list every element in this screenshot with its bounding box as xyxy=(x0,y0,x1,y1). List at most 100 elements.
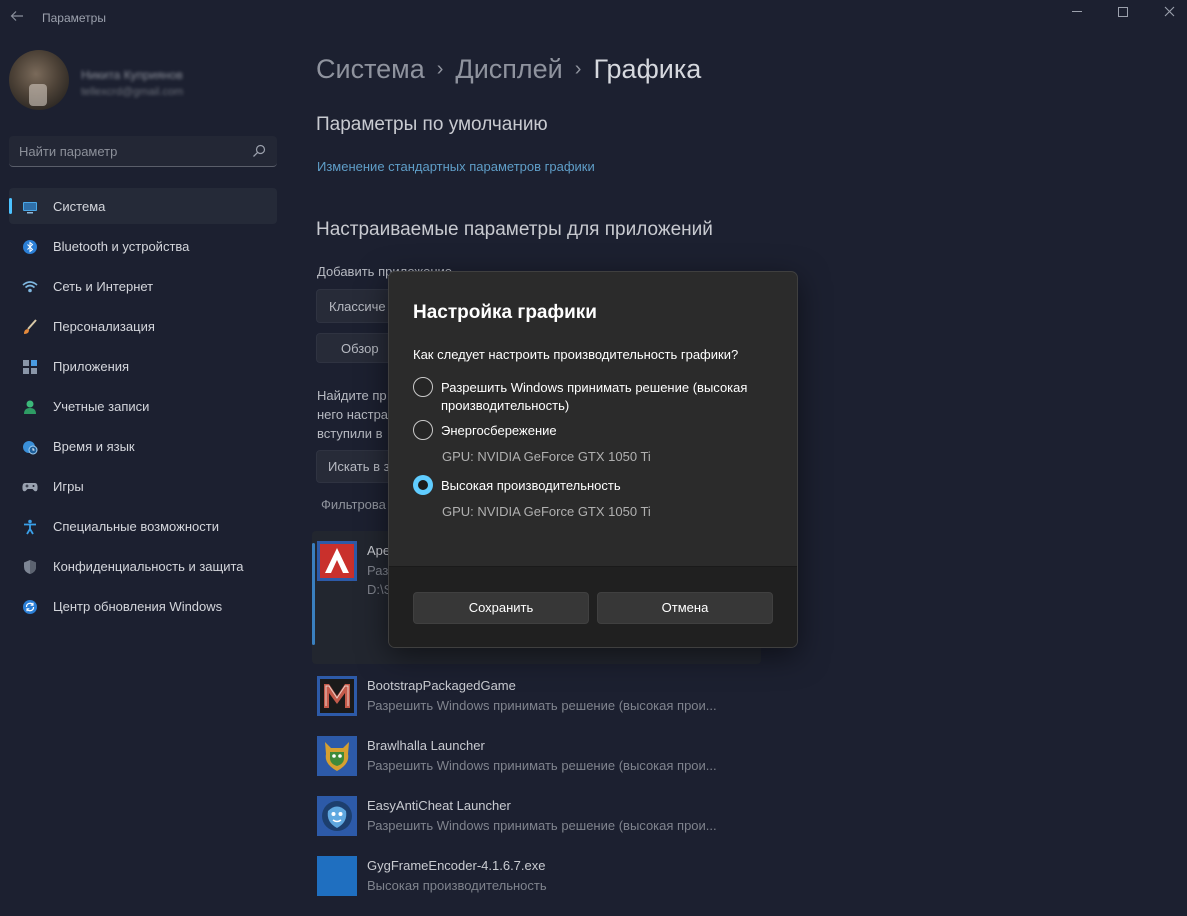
dialog-question: Как следует настроить производительность… xyxy=(413,347,739,362)
option-label: Высокая производительность xyxy=(441,478,621,493)
app-name: EasyAntiCheat Launcher xyxy=(367,798,511,813)
save-button[interactable]: Сохранить xyxy=(413,592,589,624)
accessibility-icon xyxy=(24,519,36,535)
chevron-right-icon: › xyxy=(574,58,582,80)
app-type-dropdown[interactable]: Классиче xyxy=(316,289,396,323)
update-icon xyxy=(23,600,37,614)
apps-icon xyxy=(23,360,37,374)
globe-clock-icon xyxy=(23,441,38,455)
sidebar-nav: Система Bluetooth и устройства Сеть и Ин… xyxy=(9,188,277,628)
find-app-text-3: вступили в xyxy=(317,426,383,441)
sidebar-item-label: Bluetooth и устройства xyxy=(53,239,190,254)
breadcrumb-system[interactable]: Система xyxy=(316,54,425,84)
app-name: Brawlhalla Launcher xyxy=(367,738,485,753)
option-label: Разрешить Windows принимать решение (выс… xyxy=(441,379,747,415)
app-item-gygframeencoder[interactable]: GygFrameEncoder-4.1.6.7.exe Высокая прои… xyxy=(317,856,777,896)
app-name: Ape xyxy=(367,543,391,558)
close-button[interactable] xyxy=(1146,0,1187,22)
apex-icon xyxy=(317,541,357,581)
gamepad-icon xyxy=(22,483,38,492)
dialog-footer: Сохранить Отмена xyxy=(389,566,797,647)
sidebar-item-system[interactable]: Система xyxy=(9,188,277,224)
default-graphics-settings-link[interactable]: Изменение стандартных параметров графики xyxy=(317,159,595,174)
search-icon[interactable] xyxy=(252,144,266,158)
sidebar-item-accounts[interactable]: Учетные записи xyxy=(9,388,277,424)
app-item-brawlhalla[interactable]: Brawlhalla Launcher Разрешить Windows пр… xyxy=(317,736,777,776)
find-app-text-1: Найдите пр xyxy=(317,388,387,403)
exe-icon xyxy=(317,856,357,896)
sidebar-item-label: Игры xyxy=(53,479,84,494)
browse-button-label: Обзор xyxy=(341,341,379,356)
sidebar-item-gaming[interactable]: Игры xyxy=(9,468,277,504)
page-title: Графика xyxy=(593,54,702,84)
chevron-right-icon: › xyxy=(436,58,444,80)
dialog-title: Настройка графики xyxy=(413,302,597,323)
radio-button[interactable] xyxy=(413,420,433,440)
sidebar-item-accessibility[interactable]: Специальные возможности xyxy=(9,508,277,544)
system-icon xyxy=(23,202,37,214)
app-type-value: Классиче xyxy=(329,299,386,314)
app-item-easyanticheat[interactable]: EasyAntiCheat Launcher Разрешить Windows… xyxy=(317,796,777,836)
cancel-button[interactable]: Отмена xyxy=(597,592,773,624)
app-name: BootstrapPackagedGame xyxy=(367,678,516,693)
profile-name: Никита Куприянов xyxy=(81,68,183,82)
browse-button[interactable]: Обзор xyxy=(316,333,396,363)
app-item-bootstrap[interactable]: BootstrapPackagedGame Разрешить Windows … xyxy=(317,676,777,716)
sidebar-item-windows-update[interactable]: Центр обновления Windows xyxy=(9,588,277,624)
option-label: Энергосбережение xyxy=(441,423,557,438)
sidebar-item-label: Сеть и Интернет xyxy=(53,279,154,294)
app-setting: Высокая производительность xyxy=(367,878,547,893)
app-name: GygFrameEncoder-4.1.6.7.exe xyxy=(367,858,546,873)
breadcrumb: Система › Дисплей › Графика xyxy=(316,54,701,85)
sidebar-item-label: Приложения xyxy=(53,359,130,374)
avatar xyxy=(9,50,69,110)
sidebar-item-network[interactable]: Сеть и Интернет xyxy=(9,268,277,304)
back-arrow-icon[interactable] xyxy=(10,9,26,25)
minimize-icon xyxy=(1072,11,1082,13)
brush-icon xyxy=(24,319,37,334)
close-icon xyxy=(1164,6,1174,17)
sidebar-item-label: Время и язык xyxy=(53,439,135,454)
defaults-heading: Параметры по умолчанию xyxy=(316,114,548,135)
custom-apps-heading: Настраиваемые параметры для приложений xyxy=(316,219,713,240)
sidebar-item-label: Персонализация xyxy=(53,319,155,334)
option-label-line1: Разрешить Windows принимать решение (выс… xyxy=(441,380,748,395)
bootstrap-game-icon xyxy=(317,676,357,716)
search-input[interactable] xyxy=(9,136,239,166)
sidebar-item-privacy[interactable]: Конфиденциальность и защита xyxy=(9,548,277,584)
breadcrumb-display[interactable]: Дисплей xyxy=(455,54,562,84)
sidebar-item-label: Специальные возможности xyxy=(53,519,219,534)
window-title: Параметры xyxy=(42,11,106,25)
settings-search xyxy=(9,136,277,167)
maximize-button[interactable] xyxy=(1100,0,1146,22)
sidebar-item-bluetooth[interactable]: Bluetooth и устройства xyxy=(9,228,277,264)
network-icon xyxy=(22,281,38,293)
sidebar-item-label: Конфиденциальность и защита xyxy=(53,559,244,574)
shield-icon xyxy=(24,560,36,574)
easyanticheat-icon xyxy=(317,796,357,836)
sidebar-item-time-language[interactable]: Время и язык xyxy=(9,428,277,464)
sidebar-item-label: Учетные записи xyxy=(53,399,150,414)
bluetooth-icon xyxy=(23,240,37,254)
option-gpu: GPU: NVIDIA GeForce GTX 1050 Ti xyxy=(442,504,651,519)
brawlhalla-icon xyxy=(317,736,357,776)
app-setting: Разрешить Windows принимать решение (выс… xyxy=(367,758,717,773)
radio-button[interactable] xyxy=(413,377,433,397)
app-setting: Разрешить Windows принимать решение (выс… xyxy=(367,818,717,833)
app-setting: Раз xyxy=(367,563,389,578)
search-apps-input[interactable]: Искать в з xyxy=(316,450,396,483)
sidebar-item-personalization[interactable]: Персонализация xyxy=(9,308,277,344)
app-setting: Разрешить Windows принимать решение (выс… xyxy=(367,698,717,713)
maximize-icon xyxy=(1118,6,1128,17)
minimize-button[interactable] xyxy=(1054,0,1100,22)
search-apps-placeholder: Искать в з xyxy=(328,459,390,474)
title-bar: Параметры xyxy=(0,0,1187,36)
find-app-text-2: него настра xyxy=(317,407,389,422)
radio-button-selected[interactable] xyxy=(413,475,433,495)
sidebar-item-apps[interactable]: Приложения xyxy=(9,348,277,384)
option-gpu: GPU: NVIDIA GeForce GTX 1050 Ti xyxy=(442,449,651,464)
sidebar-item-label: Центр обновления Windows xyxy=(53,599,223,614)
option-label-line2: производительность) xyxy=(441,398,570,413)
graphics-settings-dialog: Настройка графики Как следует настроить … xyxy=(388,271,798,648)
sidebar-item-label: Система xyxy=(53,199,106,214)
